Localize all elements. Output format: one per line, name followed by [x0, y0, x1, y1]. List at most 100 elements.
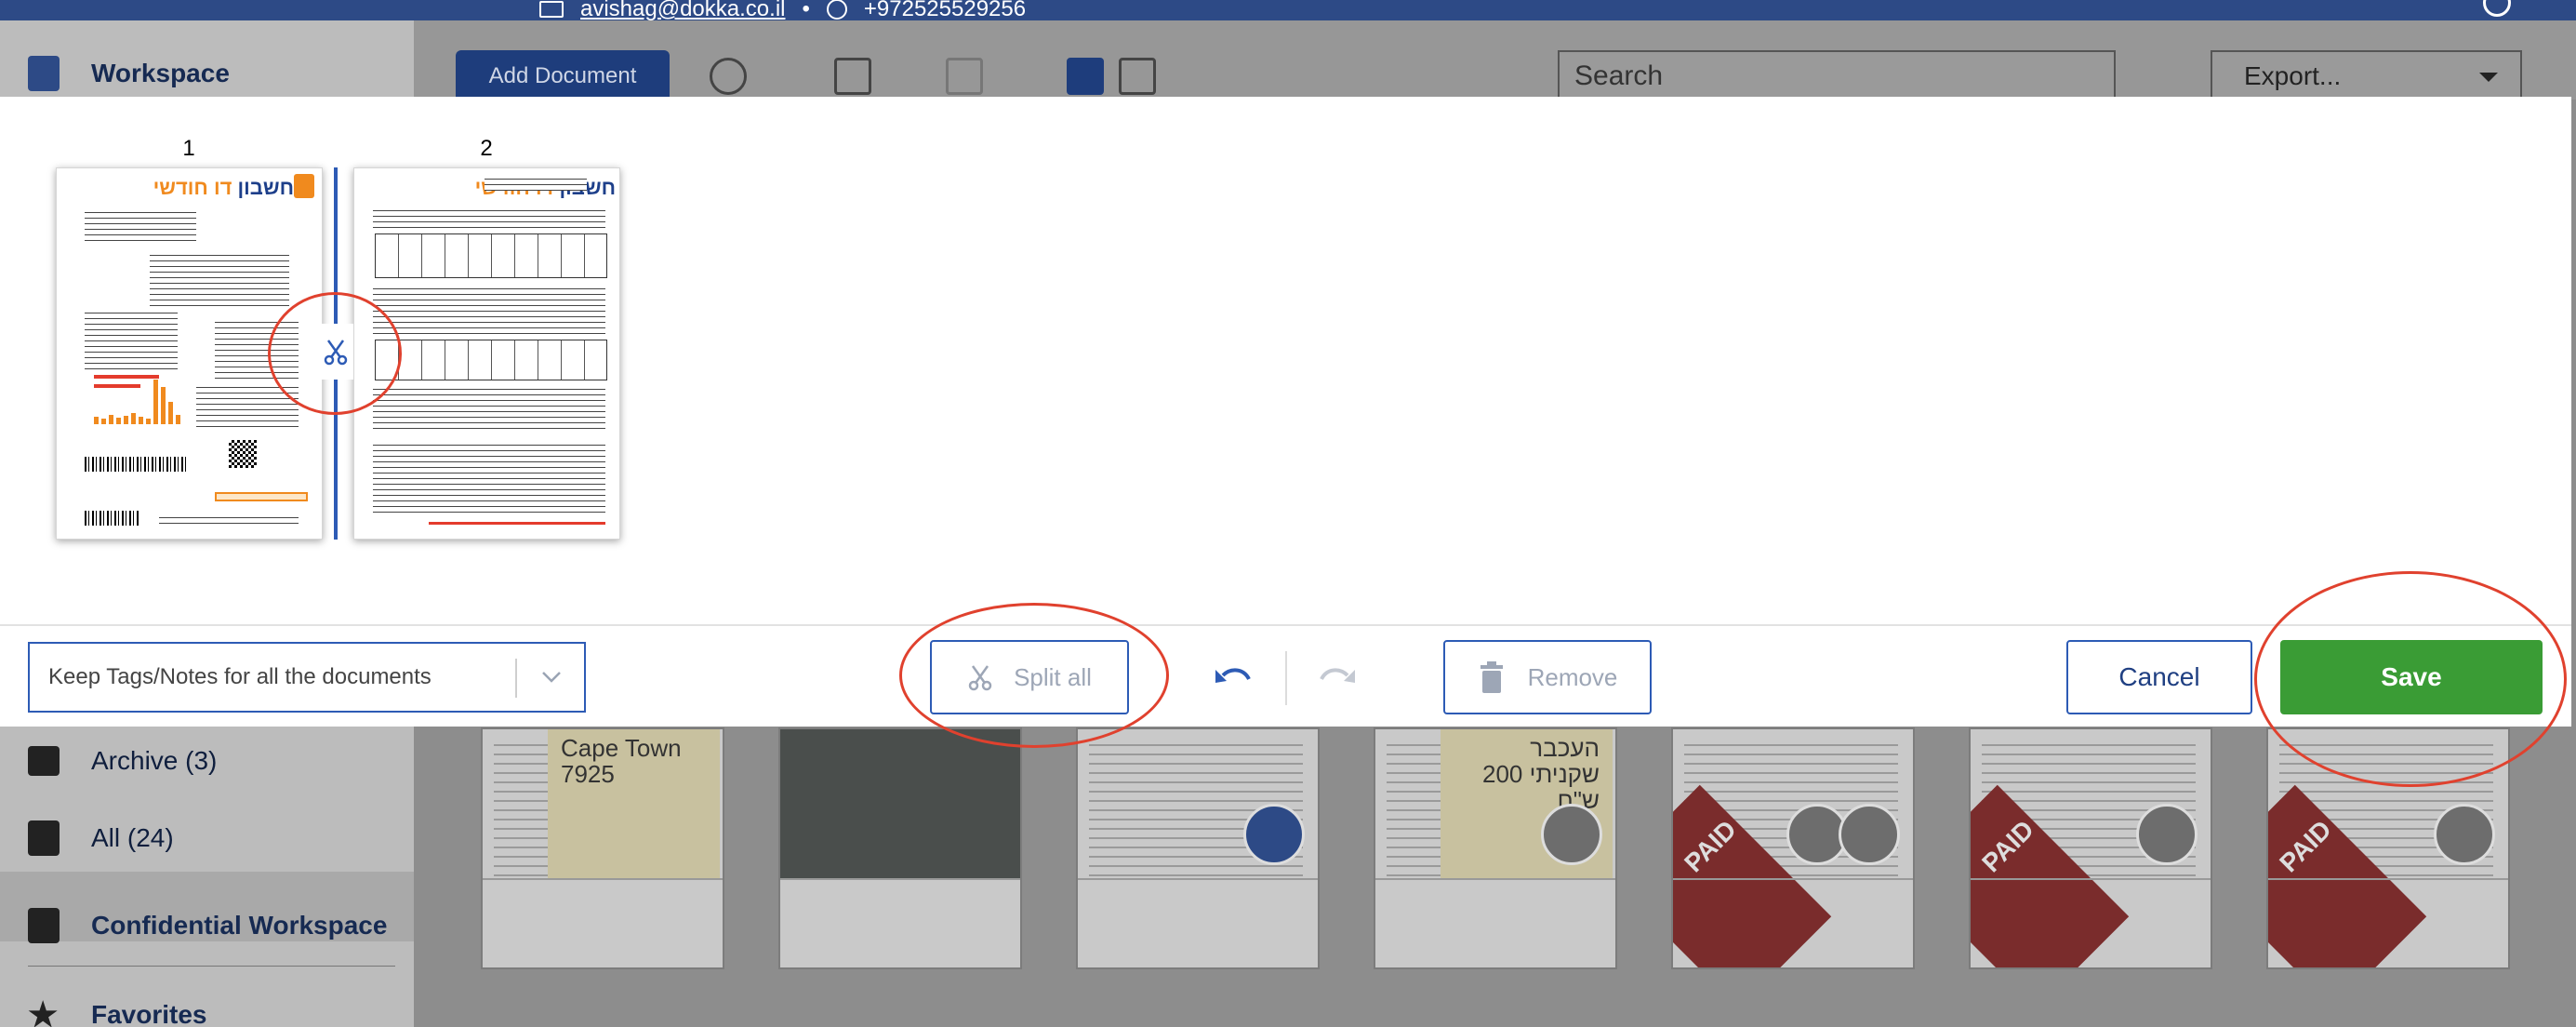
page-header: חשבון דו חודשי	[153, 176, 294, 200]
card-divider	[1375, 878, 1615, 880]
user-phone[interactable]: +972525529256	[864, 0, 1026, 22]
sidebar-item-archive[interactable]: Archive (3)	[28, 746, 217, 776]
archive-box-icon[interactable]	[946, 58, 983, 95]
card-divider	[1971, 878, 2211, 880]
files-icon	[28, 820, 60, 856]
sidebar-item-confidential-workspace[interactable]: Confidential Workspace	[28, 908, 387, 943]
document-card[interactable]: PAID	[1969, 727, 2212, 969]
text-block	[85, 207, 196, 245]
split-all-label: Split all	[1014, 662, 1092, 691]
card-divider	[2268, 878, 2508, 880]
search-input[interactable]: Search	[1558, 50, 2116, 102]
remove-button[interactable]: Remove	[1443, 640, 1652, 714]
redo-icon	[1320, 668, 1355, 683]
text-block	[150, 250, 289, 306]
page-number: 2	[480, 136, 493, 161]
sidebar-item-workspace[interactable]: Workspace	[28, 56, 230, 91]
sidebar-item-all[interactable]: All (24)	[28, 820, 174, 856]
undo-icon	[1215, 668, 1251, 683]
document-preview	[780, 729, 1020, 878]
text-block	[215, 317, 299, 382]
sidebar-item-favorites[interactable]: ★ Favorites	[28, 995, 207, 1027]
scanner-icon[interactable]	[710, 58, 747, 95]
barcode	[85, 511, 140, 526]
secure-document-icon	[28, 908, 60, 943]
page-thumbnail[interactable]: חשבון דו חודשי	[56, 167, 323, 540]
document-icon	[28, 56, 60, 91]
data-table	[375, 233, 607, 278]
document-card[interactable]: PAID	[1671, 727, 1915, 969]
card-divider	[780, 878, 1020, 880]
redo-button[interactable]	[1311, 655, 1363, 701]
user-avatar	[2434, 804, 2495, 865]
text-block	[373, 284, 605, 336]
company-logo-icon	[294, 174, 314, 198]
sidebar-item-label: Favorites	[91, 1000, 207, 1027]
header-title: חשבון	[237, 176, 294, 199]
undo-button[interactable]	[1207, 655, 1259, 701]
keep-tags-value: Keep Tags/Notes for all the documents	[48, 664, 432, 689]
document-preview	[1387, 737, 1442, 876]
document-card[interactable]: Cape Town 7925	[481, 727, 724, 969]
archive-icon	[28, 746, 60, 776]
sticky-note: Cape Town 7925	[548, 729, 720, 878]
user-email[interactable]: avishag@dokka.co.il	[580, 0, 785, 22]
chevron-down-icon	[542, 672, 561, 683]
export-dropdown[interactable]: Export...	[2211, 50, 2522, 102]
footer-divider	[0, 624, 2571, 626]
text-block	[373, 440, 605, 514]
sidebar-item-label: Archive (3)	[91, 746, 218, 775]
text-block	[373, 384, 605, 431]
scissors-icon	[968, 665, 992, 691]
card-divider	[1078, 878, 1318, 880]
text-block	[85, 308, 178, 373]
sidebar-divider	[28, 966, 395, 967]
data-table	[375, 340, 607, 380]
document-card[interactable]	[1076, 727, 1320, 969]
qr-code	[229, 440, 257, 468]
split-all-button[interactable]: Split all	[930, 640, 1129, 714]
add-document-button[interactable]: Add Document	[456, 50, 670, 102]
split-document-modal: 1 2 חשבון דו חודשי חשבון דו חודשי	[0, 97, 2571, 787]
text-block	[485, 174, 587, 191]
mail-icon	[539, 1, 564, 18]
document-card[interactable]: PAID	[2266, 727, 2510, 969]
contact-info: avishag@dokka.co.il • +972525529256	[539, 0, 1026, 22]
top-bar: avishag@dokka.co.il • +972525529256	[0, 0, 2576, 22]
usage-bar-chart	[94, 368, 180, 424]
page-number: 1	[182, 136, 195, 161]
split-here-button[interactable]	[318, 324, 353, 380]
user-avatar	[1839, 804, 1900, 865]
whatsapp-icon	[826, 0, 847, 20]
keep-tags-select[interactable]: Keep Tags/Notes for all the documents	[28, 642, 586, 713]
cancel-button[interactable]: Cancel	[2066, 640, 2252, 714]
text-block	[373, 206, 605, 230]
select-divider	[515, 659, 517, 698]
profile-avatar-icon[interactable]	[2483, 0, 2511, 17]
card-divider	[1673, 878, 1913, 880]
user-avatar	[1541, 804, 1602, 865]
undo-redo-divider	[1285, 651, 1287, 705]
scissors-icon	[324, 340, 348, 366]
star-icon: ★	[28, 995, 59, 1027]
header-subtitle: דו חודשי	[153, 176, 232, 199]
highlight-box	[215, 492, 308, 501]
document-card[interactable]	[778, 727, 1022, 969]
list-view-icon[interactable]	[1119, 58, 1156, 95]
user-avatar	[2136, 804, 2198, 865]
text-block	[159, 513, 299, 524]
remove-label: Remove	[1527, 662, 1618, 691]
calendar-icon[interactable]	[834, 58, 871, 95]
document-preview	[494, 737, 550, 876]
document-card[interactable]: העכבר שקניתי 200 ש"ח	[1374, 727, 1617, 969]
sidebar-item-label: Workspace	[91, 59, 230, 87]
save-button[interactable]: Save	[2280, 640, 2543, 714]
sidebar-item-label: All (24)	[91, 823, 174, 852]
card-divider	[483, 878, 723, 880]
page-thumbnail[interactable]: חשבון דו חודשי	[353, 167, 620, 540]
barcode	[85, 457, 187, 472]
trash-icon	[1480, 661, 1503, 693]
grid-view-icon[interactable]	[1067, 58, 1104, 95]
separator-dot: •	[802, 0, 810, 21]
app-root: avishag@dokka.co.il • +972525529256 Work…	[0, 0, 2576, 1027]
